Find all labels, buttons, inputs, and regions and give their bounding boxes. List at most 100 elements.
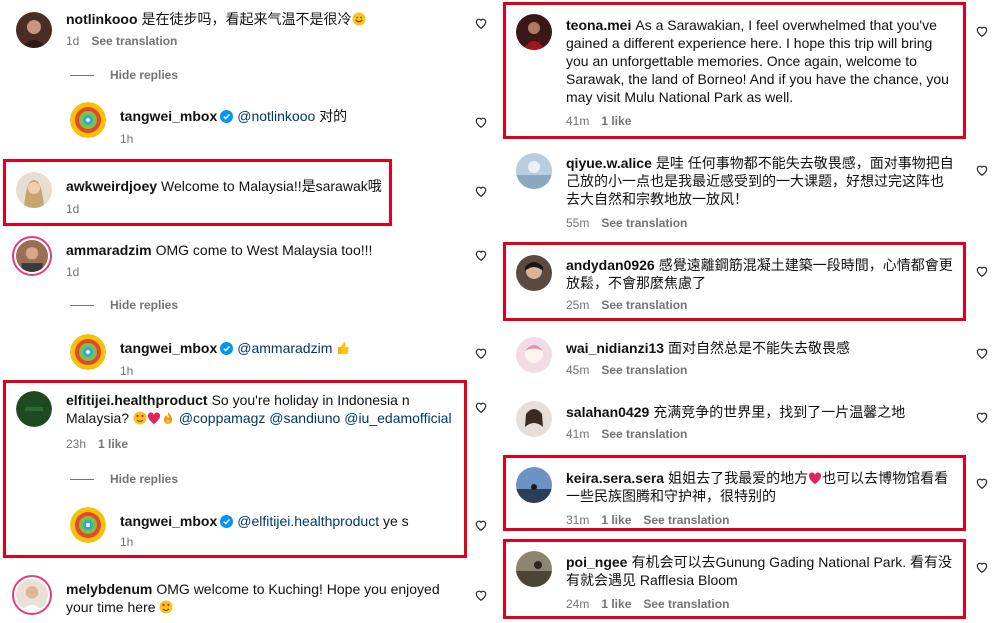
- avatar[interactable]: [516, 14, 552, 50]
- username[interactable]: awkweirdjoey: [66, 178, 157, 194]
- like-heart-icon[interactable]: [975, 560, 989, 574]
- username[interactable]: poi_ngee: [566, 554, 627, 570]
- avatar[interactable]: [516, 337, 552, 373]
- mention-link[interactable]: @ammaradzim: [237, 340, 332, 356]
- comment-teona-mei: teona.mei As a Sarawakian, I feel overwhe…: [516, 14, 966, 132]
- comment-text: 姐姐去了我最爱的地方: [668, 470, 809, 486]
- comment-text: 是在徒步吗，看起来气温不是很冷: [141, 11, 352, 27]
- avatar[interactable]: [516, 467, 552, 503]
- like-heart-icon[interactable]: [474, 115, 488, 129]
- hide-replies-button[interactable]: Hide replies: [70, 298, 178, 312]
- see-translation-link[interactable]: See translation: [643, 597, 729, 611]
- hide-replies-button[interactable]: Hide replies: [70, 472, 178, 486]
- avatar[interactable]: [16, 12, 52, 48]
- like-heart-icon[interactable]: [474, 16, 488, 30]
- comment-qiyue: qiyue.w.alice 是哇 任何事物都不能失去敬畏感，面对事物把自 己放的小…: [516, 153, 976, 233]
- avatar[interactable]: [16, 172, 52, 208]
- like-heart-icon[interactable]: [474, 588, 488, 602]
- comment-notlinkooo: notlinkooo 是在徒步吗，看起来气温不是很冷 1d See translat…: [16, 8, 496, 58]
- see-translation-link[interactable]: See translation: [601, 216, 687, 230]
- comment-wai-nidianzi13: wai_nidianzi13 面对自然总是不能失去敬畏感 45m See trans…: [516, 337, 976, 383]
- username[interactable]: tangwei_mbox: [120, 340, 217, 356]
- verified-badge-icon: [220, 110, 234, 123]
- comment-text: 充满竞争的世界里，找到了一片温馨之地: [653, 404, 906, 420]
- likes-count[interactable]: 1 like: [98, 437, 128, 451]
- comment-salahan0429: salahan0429 充满竞争的世界里，找到了一片温馨之地 41m See tra…: [516, 401, 976, 447]
- username[interactable]: tangwei_mbox: [120, 513, 217, 529]
- like-heart-icon[interactable]: [474, 184, 488, 198]
- comment-time: 24m: [566, 597, 590, 611]
- mention-link[interactable]: @coppamagz: [179, 410, 266, 426]
- see-translation-link[interactable]: See translation: [91, 34, 177, 48]
- comment-awkweirdjoey: awkweirdjoey Welcome to Malaysia!!是sarawa…: [16, 172, 496, 218]
- like-heart-icon[interactable]: [474, 248, 488, 262]
- like-heart-icon[interactable]: [975, 410, 989, 424]
- comment-text: your time here: [66, 599, 156, 615]
- comment-text: 对的: [319, 108, 348, 124]
- comment-keira-sera-sera: keira.sera.sera 姐姐去了我最爱的地方 也可以去博物馆看看 一些民族图…: [516, 467, 976, 527]
- comment-text: 是哇 任何事物都不能失去敬畏感，面对事物把自: [655, 155, 954, 171]
- verified-badge-icon: [220, 515, 234, 528]
- comment-time: 41m: [566, 114, 590, 128]
- avatar[interactable]: [70, 507, 106, 543]
- comment-text: 面对自然总是不能失去敬畏感: [668, 340, 851, 356]
- comment-time: 23h: [66, 437, 87, 451]
- mention-link[interactable]: @elfitijei.healthproduct: [237, 513, 379, 529]
- reply-tangwei-2: tangwei_mbox @ammaradzim 1h: [70, 334, 490, 378]
- avatar[interactable]: [516, 551, 552, 587]
- fire-emoji-icon: [163, 412, 172, 424]
- likes-count[interactable]: 1 like: [601, 114, 631, 128]
- avatar[interactable]: [70, 102, 106, 138]
- comment-time: 25m: [566, 298, 590, 312]
- username[interactable]: qiyue.w.alice: [566, 155, 652, 171]
- comment-text: OMG welcome to Kuching! Hope you enjoyed: [156, 581, 440, 597]
- comment-time: 45m: [566, 363, 590, 377]
- avatar[interactable]: [516, 255, 552, 291]
- like-heart-icon[interactable]: [474, 518, 488, 532]
- red-heart-emoji-icon: [809, 472, 822, 484]
- thumbs-up-emoji-icon: [338, 342, 349, 354]
- username[interactable]: notlinkooo: [66, 11, 138, 27]
- like-heart-icon[interactable]: [975, 476, 989, 490]
- comment-text: ye s: [383, 513, 409, 529]
- username[interactable]: andydan0926: [566, 257, 655, 273]
- comment-time: 41m: [566, 427, 590, 441]
- username[interactable]: wai_nidianzi13: [566, 340, 664, 356]
- avatar-story-ring[interactable]: [12, 575, 52, 615]
- comment-text: 感覺遠離鋼筋混凝土建築一段時間，心情都會更: [658, 257, 953, 273]
- reply-tangwei-1: tangwei_mbox @notlinkooo 对的 1h: [70, 102, 490, 146]
- username[interactable]: melybdenum: [66, 581, 152, 597]
- username[interactable]: salahan0429: [566, 404, 649, 420]
- avatar-story-ring[interactable]: [12, 236, 52, 276]
- red-heart-emoji-icon: [147, 412, 160, 424]
- username[interactable]: keira.sera.sera: [566, 470, 664, 486]
- username[interactable]: elfitijei.healthproduct: [66, 392, 208, 408]
- see-translation-link[interactable]: See translation: [601, 298, 687, 312]
- like-heart-icon[interactable]: [474, 400, 488, 414]
- mention-link[interactable]: @notlinkooo: [237, 108, 315, 124]
- see-translation-link[interactable]: See translation: [601, 363, 687, 377]
- avatar[interactable]: [16, 391, 52, 427]
- avatar[interactable]: [70, 334, 106, 370]
- see-translation-link[interactable]: See translation: [643, 513, 729, 527]
- likes-count[interactable]: 1 like: [601, 513, 631, 527]
- comment-time: 1d: [66, 202, 80, 216]
- hide-replies-button[interactable]: Hide replies: [70, 68, 178, 82]
- comment-text: 有机会可以去Gunung Gading National Park. 看有没: [631, 554, 953, 570]
- like-heart-icon[interactable]: [975, 264, 989, 278]
- mention-link[interactable]: @sandiuno: [269, 410, 340, 426]
- heart-eyes-emoji-icon: [133, 411, 147, 425]
- like-heart-icon[interactable]: [474, 346, 488, 360]
- username[interactable]: teona.mei: [566, 17, 631, 33]
- mention-link[interactable]: @iu_edamofficial: [344, 410, 451, 426]
- username[interactable]: ammaradzim: [66, 242, 152, 258]
- like-heart-icon[interactable]: [975, 346, 989, 360]
- reply-tangwei-3: tangwei_mbox @elfitijei.healthproduct ye …: [70, 507, 490, 549]
- avatar[interactable]: [516, 401, 552, 437]
- see-translation-link[interactable]: See translation: [601, 427, 687, 441]
- username[interactable]: tangwei_mbox: [120, 108, 217, 124]
- like-heart-icon[interactable]: [975, 24, 989, 38]
- avatar[interactable]: [516, 153, 552, 189]
- likes-count[interactable]: 1 like: [601, 597, 631, 611]
- like-heart-icon[interactable]: [975, 163, 989, 177]
